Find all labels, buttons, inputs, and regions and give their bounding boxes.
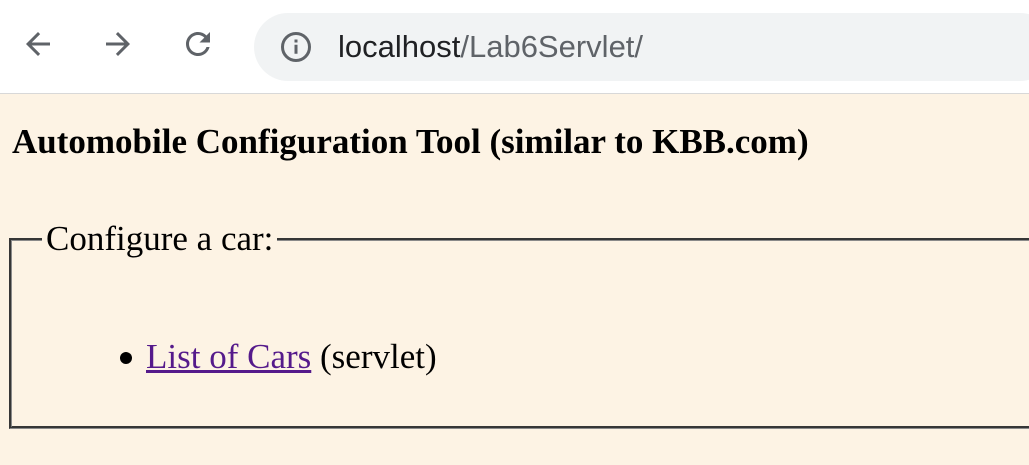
browser-toolbar: localhost/Lab6Servlet/: [0, 0, 1029, 94]
car-options-list: List of Cars (servlet): [102, 337, 437, 377]
info-circle-icon[interactable]: [278, 29, 314, 65]
url-text[interactable]: localhost/Lab6Servlet/: [338, 13, 643, 81]
reload-icon: [186, 31, 210, 56]
list-of-cars-link[interactable]: List of Cars: [146, 337, 311, 376]
bullet-icon: [120, 352, 132, 364]
forward-button[interactable]: [96, 22, 140, 66]
arrow-left-icon: [26, 32, 50, 56]
servlet-label: (servlet): [311, 337, 437, 376]
arrow-right-icon: [106, 32, 130, 56]
page-title: Automobile Configuration Tool (similar t…: [12, 122, 809, 161]
reload-button[interactable]: [176, 22, 220, 66]
back-button[interactable]: [16, 22, 60, 66]
configure-car-fieldset: Configure a car: List of Cars (servlet): [9, 219, 1029, 429]
url-path: /Lab6Servlet/: [460, 29, 644, 64]
address-bar[interactable]: localhost/Lab6Servlet/: [254, 13, 1029, 81]
fieldset-legend: Configure a car:: [46, 219, 274, 258]
list-item: List of Cars (servlet): [102, 337, 437, 377]
url-host: localhost: [338, 29, 461, 64]
page-content: Automobile Configuration Tool (similar t…: [0, 94, 1029, 465]
